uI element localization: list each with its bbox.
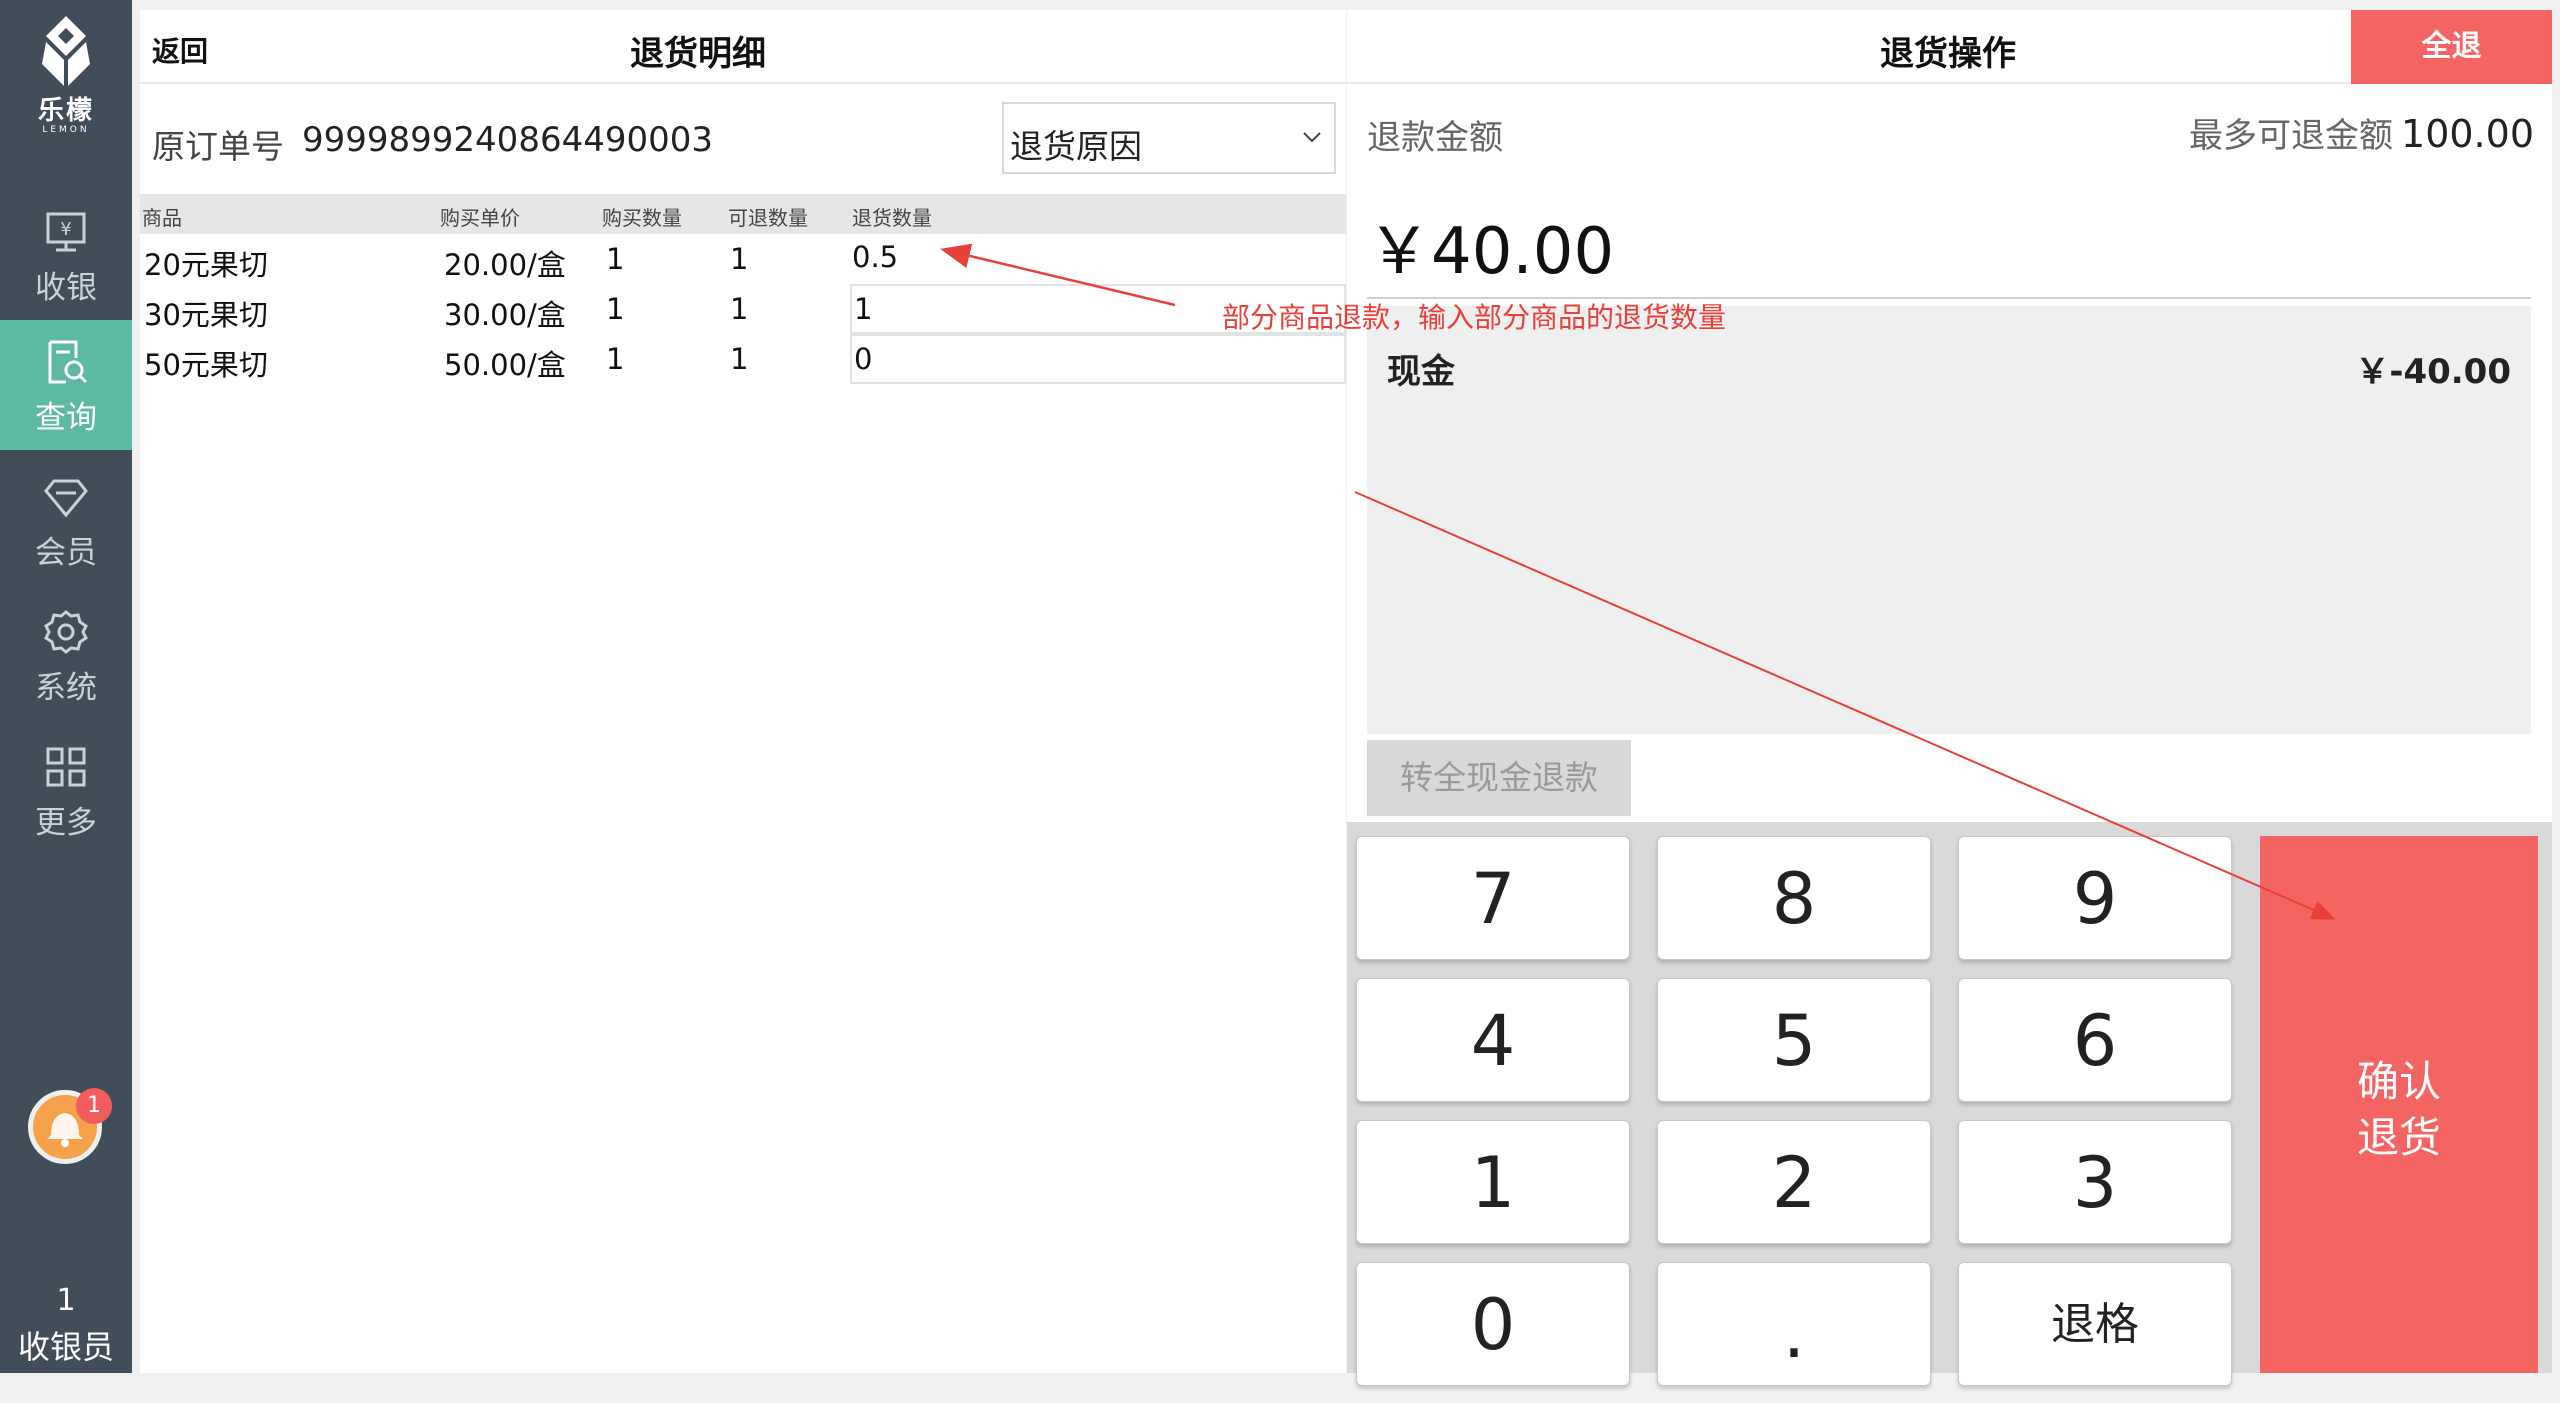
return-reason-select[interactable]: 退货原因 — [1002, 102, 1336, 174]
detail-title: 退货明细 — [630, 34, 766, 74]
return-qty-value: 1 — [854, 292, 873, 326]
cashier-monitor-icon: ¥ — [46, 212, 86, 252]
cell-price: 50.00/盒 — [444, 348, 566, 382]
return-qty-value: 0.5 — [852, 240, 899, 274]
cell-returnable: 1 — [730, 292, 749, 326]
lemon-logo-icon — [42, 16, 90, 86]
key-7[interactable]: 7 — [1356, 836, 1630, 960]
numeric-keypad: 7 8 9 4 5 6 1 2 3 0 . 退格 确认 退货 — [1347, 822, 2552, 1386]
column-header-price: 购买单价 — [440, 206, 520, 230]
key-1[interactable]: 1 — [1356, 1120, 1630, 1244]
operation-title: 退货操作 — [1880, 34, 2016, 74]
cell-product: 50元果切 — [144, 348, 268, 382]
key-decimal[interactable]: . — [1657, 1262, 1931, 1386]
cell-bought: 1 — [606, 342, 625, 376]
payment-list: 现金 ￥-40.00 — [1367, 306, 2531, 734]
max-refund-label: 最多可退金额 — [2189, 116, 2394, 156]
confirm-return-line2: 退货 — [2356, 1113, 2441, 1162]
column-header-returnable: 可退数量 — [728, 206, 808, 230]
order-number-label: 原订单号 — [152, 127, 284, 166]
table-row[interactable]: 30元果切 30.00/盒 1 1 1 — [140, 284, 1346, 334]
cashier-label[interactable]: 收银员 — [0, 1322, 132, 1368]
detail-header: 返回 退货明细 — [140, 10, 1346, 84]
nav-item-query[interactable]: 查询 — [0, 320, 132, 450]
svg-text:¥: ¥ — [60, 219, 71, 240]
return-qty-input[interactable]: 0 — [850, 334, 1346, 384]
nav-label-member: 会员 — [35, 535, 97, 571]
return-detail-panel: 返回 退货明细 原订单号 9999899240864490003 退货原因 商品… — [140, 10, 1346, 1373]
key-4[interactable]: 4 — [1356, 978, 1630, 1102]
cell-product: 30元果切 — [144, 298, 268, 332]
refund-amount-value: ￥40.00 — [1367, 215, 1615, 289]
more-grid-icon — [46, 747, 86, 787]
sidebar: 乐檬 LEMON ¥ 收银 查询 会员 系统 更多 1 1 收银员 — [0, 0, 132, 1373]
max-refund-value: 100.00 — [2401, 112, 2534, 156]
settings-gear-icon — [44, 610, 88, 654]
nav-item-system[interactable]: 系统 — [0, 590, 132, 720]
confirm-return-button[interactable]: 确认 退货 — [2260, 836, 2538, 1373]
nav-label-query: 查询 — [35, 400, 97, 436]
table-row[interactable]: 50元果切 50.00/盒 1 1 0 — [140, 334, 1346, 384]
column-header-product: 商品 — [142, 206, 182, 230]
all-cash-refund-button[interactable]: 转全现金退款 — [1367, 740, 1631, 816]
nav-item-member[interactable]: 会员 — [0, 455, 132, 585]
confirm-return-line1: 确认 — [2356, 1057, 2441, 1106]
key-3[interactable]: 3 — [1958, 1120, 2232, 1244]
max-refund: 最多可退金额 100.00 — [2189, 108, 2534, 157]
nav-label-cashier: 收银 — [35, 270, 97, 306]
cell-product: 20元果切 — [144, 248, 268, 282]
annotation-text: 部分商品退款，输入部分商品的退货数量 — [1222, 301, 1727, 334]
logo-text: 乐檬 — [37, 96, 94, 126]
query-document-icon — [48, 340, 88, 384]
return-qty-input[interactable]: 0.5 — [850, 234, 1346, 284]
cell-bought: 1 — [606, 242, 625, 276]
cell-bought: 1 — [606, 292, 625, 326]
column-header-return-qty: 退货数量 — [852, 206, 932, 230]
nav-label-more: 更多 — [35, 805, 97, 841]
key-2[interactable]: 2 — [1657, 1120, 1931, 1244]
operation-header: 退货操作 全退 — [1347, 10, 2552, 84]
key-8[interactable]: 8 — [1657, 836, 1931, 960]
column-header-bought: 购买数量 — [602, 206, 682, 230]
nav-label-system: 系统 — [35, 670, 97, 706]
return-operation-panel: 退货操作 全退 退款金额 最多可退金额 100.00 ￥40.00 现金 ￥-40… — [1347, 10, 2552, 1386]
order-number-value: 9999899240864490003 — [302, 120, 714, 160]
return-qty-value: 0 — [854, 342, 873, 376]
return-reason-text: 退货原因 — [1010, 127, 1142, 166]
cell-returnable: 1 — [730, 242, 749, 276]
return-all-button[interactable]: 全退 — [2351, 10, 2552, 84]
chevron-down-icon — [1303, 132, 1321, 143]
table-row[interactable]: 20元果切 20.00/盒 1 1 0.5 — [140, 234, 1346, 284]
nav-item-cashier[interactable]: ¥ 收银 — [0, 190, 132, 320]
cell-price: 30.00/盒 — [444, 298, 566, 332]
key-0[interactable]: 0 — [1356, 1262, 1630, 1386]
cell-returnable: 1 — [730, 342, 749, 376]
logo: 乐檬 LEMON — [0, 14, 132, 135]
cashier-number: 1 — [56, 1283, 76, 1318]
payment-method: 现金 — [1387, 352, 1455, 392]
nav-item-more[interactable]: 更多 — [0, 725, 132, 855]
table-header: 商品 购买单价 购买数量 可退数量 退货数量 — [140, 194, 1346, 234]
notification-badge: 1 — [76, 1088, 112, 1124]
cell-price: 20.00/盒 — [444, 248, 566, 282]
refund-amount-label: 退款金额 — [1367, 118, 1503, 158]
logo-subtext: LEMON — [42, 125, 90, 135]
member-diamond-icon — [44, 479, 88, 518]
key-5[interactable]: 5 — [1657, 978, 1931, 1102]
key-9[interactable]: 9 — [1958, 836, 2232, 960]
key-backspace[interactable]: 退格 — [1958, 1262, 2232, 1386]
payment-amount: ￥-40.00 — [2355, 352, 2511, 392]
key-6[interactable]: 6 — [1958, 978, 2232, 1102]
